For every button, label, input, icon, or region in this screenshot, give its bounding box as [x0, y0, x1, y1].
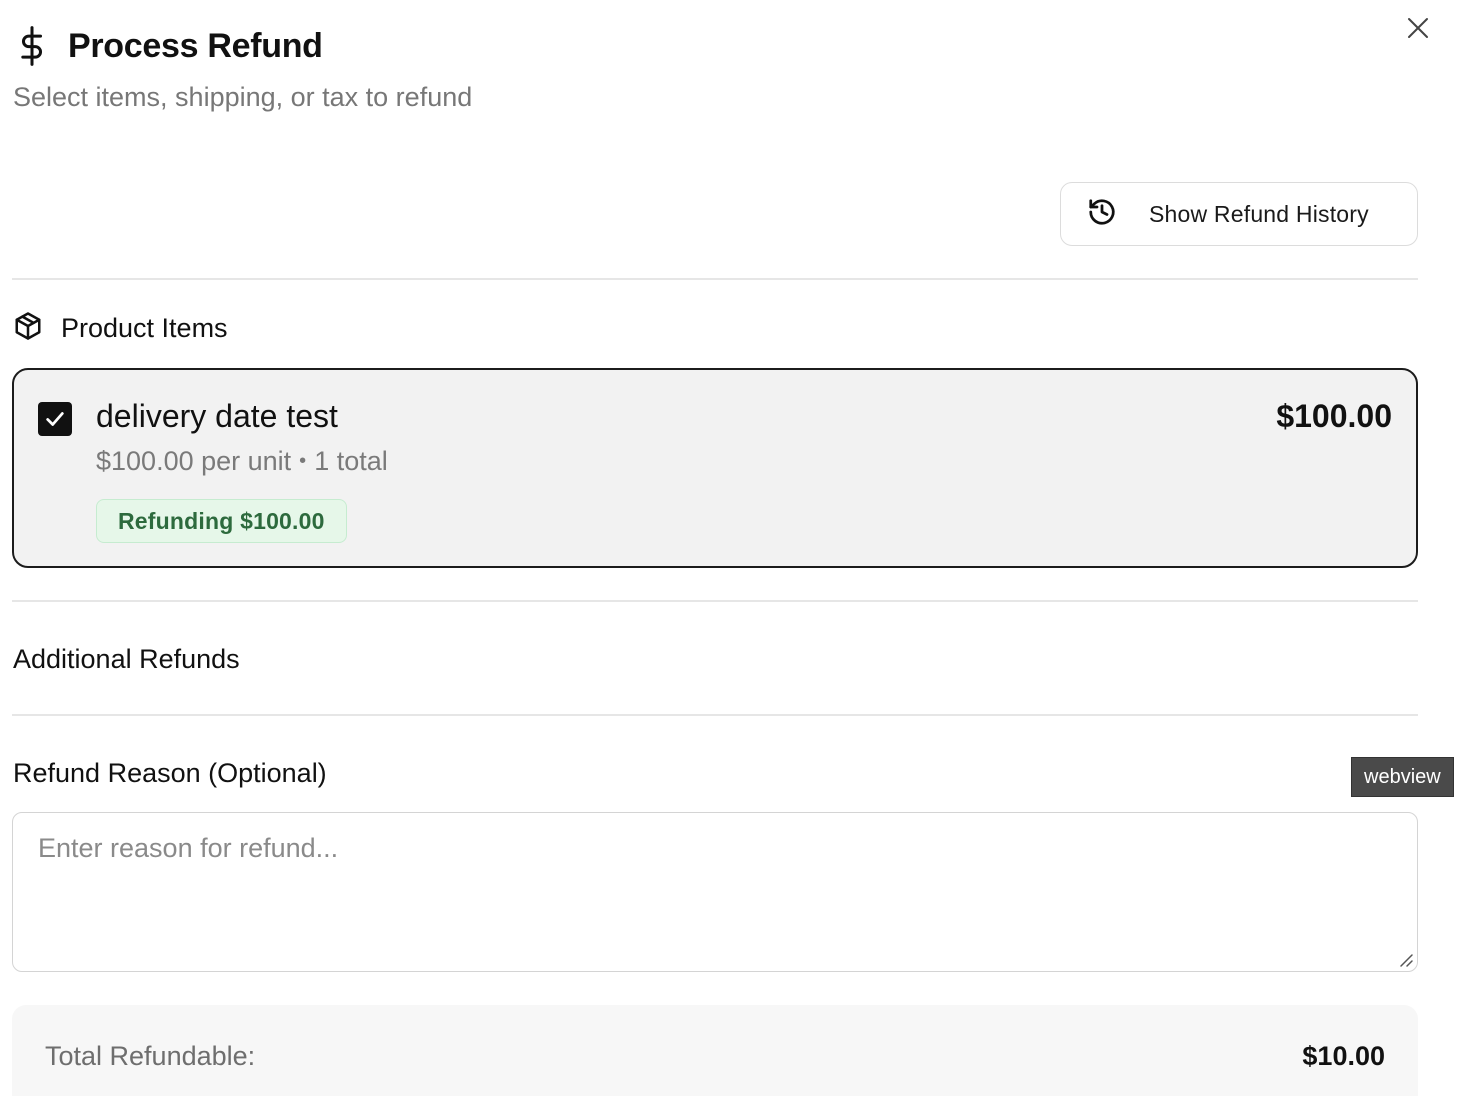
- item-name: delivery date test: [96, 398, 338, 434]
- dialog-title: Process Refund: [68, 26, 323, 65]
- show-refund-history-label: Show Refund History: [1149, 200, 1369, 227]
- divider: [12, 600, 1418, 602]
- dollar-icon: [14, 24, 50, 68]
- total-refundable-value: $10.00: [1302, 1041, 1385, 1071]
- product-item-card[interactable]: delivery date test $100.00 $100.00 per u…: [12, 368, 1418, 568]
- product-items-label: Product Items: [61, 313, 228, 343]
- refund-dialog: Process Refund Select items, shipping, o…: [0, 0, 1458, 1096]
- product-items-heading: Product Items: [13, 310, 228, 347]
- divider: [12, 714, 1418, 716]
- meta-separator: •: [299, 450, 307, 472]
- additional-refunds-heading: Additional Refunds: [13, 644, 240, 674]
- refund-reason-label: Refund Reason (Optional): [13, 758, 327, 788]
- close-icon: [1408, 18, 1428, 38]
- history-icon: [1087, 197, 1117, 232]
- total-refundable-panel: Total Refundable: $10.00: [12, 1005, 1418, 1096]
- item-checkbox[interactable]: [38, 402, 72, 436]
- dialog-header: Process Refund: [14, 24, 323, 68]
- item-price: $100.00: [1276, 398, 1392, 434]
- refund-reason-input[interactable]: [12, 812, 1418, 972]
- check-icon: [46, 412, 64, 426]
- refunding-badge: Refunding $100.00: [96, 499, 347, 543]
- item-unit-price: $100.00 per unit: [96, 446, 292, 476]
- close-button[interactable]: [1398, 8, 1438, 48]
- package-icon: [13, 310, 43, 347]
- dialog-subtitle: Select items, shipping, or tax to refund: [13, 82, 473, 112]
- item-meta: $100.00 per unit • 1 total: [96, 446, 388, 477]
- show-refund-history-button[interactable]: Show Refund History: [1060, 182, 1418, 246]
- divider: [12, 278, 1418, 280]
- total-refundable-label: Total Refundable:: [45, 1041, 256, 1071]
- webview-tooltip: webview: [1351, 757, 1454, 797]
- item-quantity: 1 total: [314, 446, 388, 476]
- resize-grip-icon[interactable]: [1398, 952, 1414, 968]
